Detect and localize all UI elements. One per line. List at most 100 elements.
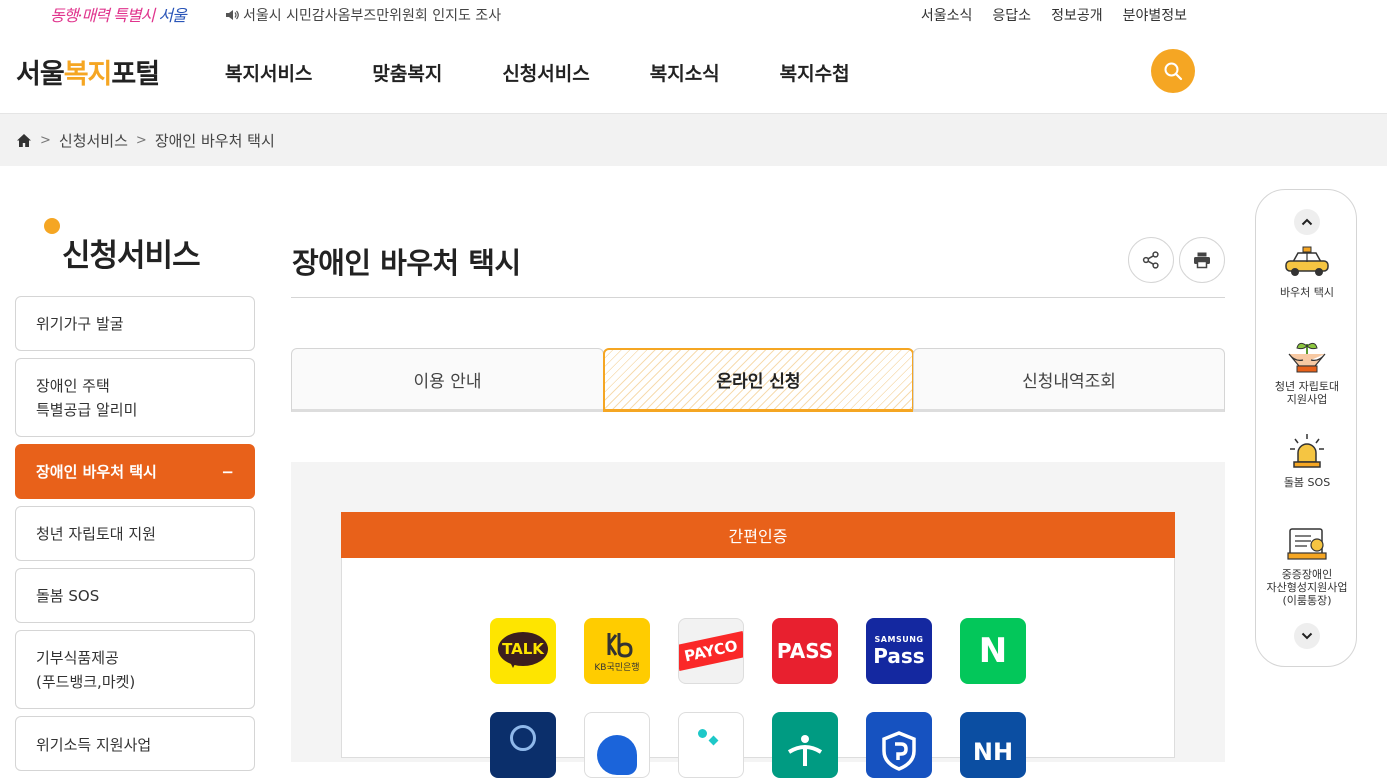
naver-auth-button[interactable]: N	[960, 618, 1026, 684]
breadcrumb: > 신청서비스 > 장애인 바우처 택시	[16, 130, 275, 151]
tab-application-lookup[interactable]: 신청내역조회	[913, 348, 1225, 412]
logo-text-a: 서울	[16, 59, 65, 90]
sidebar-item-label: 돌봄 SOS	[36, 586, 100, 605]
shinhan-auth-button[interactable]	[490, 712, 556, 778]
utility-links: 서울소식 응답소 정보공개 분야별정보	[921, 5, 1187, 25]
util-link-eungdapso[interactable]: 응답소	[992, 5, 1031, 25]
quick-item-label-line2: 지원사업	[1286, 393, 1328, 406]
sidebar-item-crisis-household[interactable]: 위기가구 발굴	[15, 296, 255, 351]
sidebar-item-label: 장애인 바우처 택시	[36, 462, 157, 481]
quick-item-label-line1: 청년 자립토대	[1274, 380, 1340, 393]
home-icon[interactable]	[16, 133, 32, 148]
page-title: 장애인 바우처 택시	[292, 246, 521, 280]
label-line1: 기부식품제공	[36, 648, 119, 667]
sprout-hands-icon	[1288, 342, 1326, 373]
site-logo[interactable]: 서울복지포털	[16, 52, 160, 91]
util-link-info-disclosure[interactable]: 정보공개	[1051, 5, 1103, 25]
quick-item-youth-support[interactable]: 청년 자립토대 지원사업	[1256, 334, 1358, 406]
identity-auth-button[interactable]	[866, 712, 932, 778]
notice-ticker[interactable]: 서울시 시민감사옴부즈만위원회 인지도 조사	[225, 5, 501, 25]
auth-header: 간편인증	[341, 512, 1175, 558]
sidebar-menu: 위기가구 발굴 장애인 주택특별공급 알리미 장애인 바우처 택시 − 청년 자…	[15, 296, 255, 778]
siren-icon	[1290, 434, 1324, 468]
sidebar-title: 신청서비스	[62, 238, 201, 274]
label-line2: (푸드뱅크,마켓)	[36, 672, 136, 691]
toss-auth-button[interactable]	[584, 712, 650, 778]
banksalad-auth-button[interactable]	[678, 712, 744, 778]
nh-label: NH	[972, 738, 1014, 766]
samsung-pass-auth-button[interactable]: SAMSUNG Pass	[866, 618, 932, 684]
search-icon	[1164, 62, 1183, 81]
kakao-label: TALK	[502, 640, 544, 658]
label-line2: 특별공급 알리미	[36, 400, 138, 419]
tab-usage-guide[interactable]: 이용 안내	[291, 348, 604, 412]
chevron-right-icon: >	[135, 133, 147, 148]
chevron-down-icon	[1301, 632, 1313, 640]
gnb-custom-welfare[interactable]: 맞춤복지	[372, 59, 442, 86]
utility-bar: 동행·매력 특별시 서울 서울시 시민감사옴부즈만위원회 인지도 조사 서울소식…	[0, 0, 1387, 30]
gnb-welfare-handbook[interactable]: 복지수첩	[780, 59, 850, 86]
tab-bar: 이용 안내 온라인 신청 신청내역조회	[291, 348, 1225, 412]
hana-logo-icon	[787, 735, 823, 766]
gnb-application-services[interactable]: 신청서비스	[502, 59, 589, 86]
quick-item-care-sos[interactable]: 돌봄 SOS	[1256, 432, 1358, 489]
tab-online-application[interactable]: 온라인 신청	[603, 348, 914, 412]
main-navigation: 복지서비스 맞춤복지 신청서비스 복지소식 복지수첩	[225, 59, 850, 86]
logo-text-c: 포털	[111, 59, 160, 90]
quick-item-label-line1: 중증장애인	[1281, 568, 1333, 581]
print-button[interactable]	[1179, 237, 1225, 283]
taxi-icon	[1285, 246, 1329, 276]
pass-label: PASS	[776, 639, 834, 663]
auth-provider-grid	[341, 558, 1175, 758]
search-button[interactable]	[1151, 49, 1195, 93]
site-header: 서울복지포털 복지서비스 맞춤복지 신청서비스 복지소식 복지수첩	[0, 30, 1387, 114]
title-dot-decoration	[44, 218, 60, 234]
collapse-icon[interactable]: −	[221, 460, 234, 484]
breadcrumb-level2[interactable]: 장애인 바우처 택시	[155, 130, 275, 151]
sidebar-item-label: 위기소득 지원사업	[36, 736, 152, 754]
share-button[interactable]	[1128, 237, 1174, 283]
gnb-welfare-news[interactable]: 복지소식	[650, 59, 720, 86]
quick-scroll-down-button[interactable]	[1294, 623, 1320, 649]
slogan-text-pink: 동행·매력 특별시	[50, 6, 155, 25]
seoul-slogan-logo[interactable]: 동행·매력 특별시 서울	[50, 2, 187, 26]
sidebar-item-voucher-taxi[interactable]: 장애인 바우처 택시 −	[15, 444, 255, 499]
util-link-field-info[interactable]: 분야별정보	[1123, 5, 1187, 25]
hana-auth-button[interactable]	[772, 712, 838, 778]
sidebar-item-youth-support[interactable]: 청년 자립토대 지원	[15, 506, 255, 561]
quick-item-label-line3: (이룸통장)	[1282, 594, 1332, 607]
breadcrumb-bar: > 신청서비스 > 장애인 바우처 택시	[0, 114, 1387, 166]
sidebar-item-food-bank[interactable]: 기부식품제공 (푸드뱅크,마켓)	[15, 630, 255, 709]
sidebar-item-disabled-housing[interactable]: 장애인 주택특별공급 알리미	[15, 358, 255, 437]
kakao-auth-button[interactable]: TALK	[490, 618, 556, 684]
kakao-talk-icon: TALK	[498, 632, 548, 670]
sidebar-item-label: 청년 자립토대 지원	[36, 524, 156, 543]
printer-icon	[1194, 252, 1210, 269]
sidebar-item-label: 기부식품제공 (푸드뱅크,마켓)	[36, 646, 135, 694]
quick-item-voucher-taxi[interactable]: 바우처 택시	[1256, 244, 1358, 299]
quick-item-savings-account[interactable]: 중증장애인 자산형성지원사업 (이룸통장)	[1256, 526, 1358, 607]
quick-item-label: 돌봄 SOS	[1283, 476, 1331, 489]
quick-scroll-up-button[interactable]	[1294, 209, 1320, 235]
bankbook-icon	[1287, 528, 1327, 560]
samsung-pass-label: Pass	[873, 643, 925, 668]
chevron-right-icon: >	[40, 133, 51, 148]
nh-auth-button[interactable]: NH	[960, 712, 1026, 778]
sidebar-item-crisis-income[interactable]: 위기소득 지원사업	[15, 716, 255, 771]
notice-text: 서울시 시민감사옴부즈만위원회 인지도 조사	[243, 8, 502, 24]
label-line1: 장애인 주택	[36, 376, 110, 395]
gnb-welfare-services[interactable]: 복지서비스	[225, 59, 312, 86]
naver-label: N	[978, 631, 1008, 671]
shinhan-logo-icon	[510, 725, 536, 751]
quick-item-label: 바우처 택시	[1279, 286, 1335, 299]
pass-auth-button[interactable]: PASS	[772, 618, 838, 684]
sidebar-item-care-sos[interactable]: 돌봄 SOS	[15, 568, 255, 623]
kb-auth-button[interactable]: KB국민은행	[584, 618, 650, 684]
kb-star-logo-icon	[607, 632, 633, 658]
breadcrumb-level1[interactable]: 신청서비스	[59, 130, 128, 151]
kb-label: KB국민은행	[594, 662, 640, 673]
speaker-icon	[226, 10, 239, 20]
toss-logo-icon	[597, 735, 637, 775]
util-link-seoul-news[interactable]: 서울소식	[921, 5, 973, 25]
payco-auth-button[interactable]: PAYCO	[678, 618, 744, 684]
